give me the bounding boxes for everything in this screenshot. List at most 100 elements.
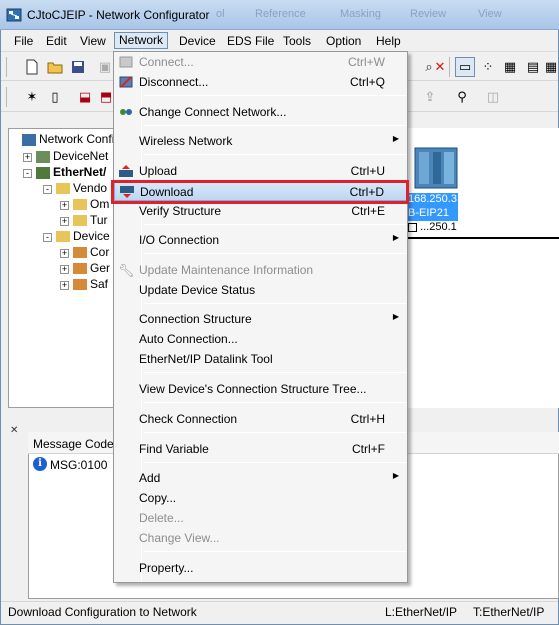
menu-label: Add [139, 471, 161, 485]
tree-label: Om [90, 197, 110, 211]
tree-expander[interactable]: - [23, 169, 32, 178]
menu-item-datalink-tool[interactable]: EtherNet/IP Datalink Tool [114, 349, 407, 369]
tree-item-devicenet[interactable]: DeviceNet [36, 149, 108, 165]
menu-label: I/O Connection [139, 233, 220, 247]
tree-item-device[interactable]: Device [56, 229, 110, 245]
menu-label: Disconnect... [139, 75, 209, 89]
tree-item-vendor[interactable]: Vendo [56, 181, 107, 197]
grid-view-icon[interactable]: ▦ [541, 57, 559, 77]
menu-item-delete[interactable]: Delete... [114, 508, 407, 528]
tree-item-communication[interactable]: Cor [73, 245, 109, 261]
device-ip-label[interactable]: 168.250.3 [408, 193, 458, 207]
menu-help[interactable]: Help [371, 33, 406, 50]
menu-label: Change Connect Network... [139, 105, 287, 119]
menu-item-change-connect-network[interactable]: Change Connect Network... [114, 102, 407, 122]
list-view-icon[interactable]: ▦ [500, 57, 520, 77]
tree-expander[interactable]: + [60, 217, 69, 226]
save-icon[interactable] [68, 57, 88, 77]
menu-item-update-maintenance[interactable]: 🔧︎ Update Maintenance Information [114, 260, 407, 280]
menu-label: View Device's Connection Structure Tree.… [139, 382, 367, 396]
menu-item-connect[interactable]: Connect... Ctrl+W [114, 52, 407, 72]
tree-item-safety[interactable]: Saf [73, 277, 108, 293]
print-icon[interactable]: ▣ [95, 57, 115, 77]
monitor-icon[interactable]: ◫ [483, 87, 503, 107]
open-folder-icon[interactable] [45, 57, 65, 77]
folder-icon [56, 183, 70, 195]
menu-tools[interactable]: Tools [278, 33, 316, 50]
download-highlight-box [111, 180, 409, 204]
menu-item-check-connection[interactable]: Check Connection Ctrl+H [114, 409, 407, 429]
column-header-message-code[interactable]: Message Code [33, 437, 114, 451]
menu-device[interactable]: Device [174, 33, 221, 50]
upload-toolbar-icon[interactable]: ⬓ [75, 87, 95, 107]
connect-wand-icon[interactable]: ✶ [22, 87, 42, 107]
status-target-network: T:EtherNet/IP [473, 605, 545, 619]
menu-file[interactable]: File [9, 33, 38, 50]
menu-separator [143, 462, 406, 463]
device-model-label[interactable]: B-EIP21 [408, 207, 458, 221]
menu-item-change-view[interactable]: Change View... [114, 528, 407, 548]
small-icons-view-icon[interactable]: ⁘ [478, 57, 498, 77]
menu-item-upload[interactable]: Upload Ctrl+U [114, 161, 407, 181]
menu-shortcut: Ctrl+W [348, 55, 385, 69]
submenu-arrow-icon: ▶ [392, 134, 399, 143]
disconnect-icon [118, 75, 134, 89]
new-file-icon[interactable] [22, 57, 42, 77]
menu-item-add[interactable]: Add ▶ [114, 468, 407, 488]
tree-label: Cor [90, 245, 110, 259]
menu-item-io-connection[interactable]: I/O Connection ▶ [114, 230, 407, 250]
tree-expander[interactable]: + [60, 201, 69, 210]
menu-label: Check Connection [139, 412, 238, 426]
menu-edit[interactable]: Edit [41, 33, 72, 50]
menu-network[interactable]: Network [114, 32, 169, 49]
ghost-menu-3: Masking [340, 8, 381, 20]
wrench-icon: 🔧︎ [118, 263, 135, 278]
ethernet-ip-icon [36, 166, 50, 179]
tree-label: Saf [90, 277, 109, 291]
close-panel-icon[interactable]: ✕ [10, 425, 18, 436]
tree-expander[interactable]: + [60, 249, 69, 258]
menu-item-connection-structure[interactable]: Connection Structure ▶ [114, 309, 407, 329]
menu-label: EtherNet/IP Datalink Tool [139, 352, 273, 366]
menu-item-auto-connection[interactable]: Auto Connection... [114, 329, 407, 349]
tree-item-ethernet-ip[interactable]: EtherNet/ [36, 165, 106, 181]
menu-label: Copy... [139, 491, 177, 505]
menu-item-update-device-status[interactable]: Update Device Status [114, 280, 407, 300]
menu-option[interactable]: Option [321, 33, 366, 50]
binoculars-icon[interactable]: ⚲ [452, 87, 472, 107]
menu-shortcut: Ctrl+F [352, 442, 385, 456]
menu-shortcut: Ctrl+U [350, 164, 385, 178]
network-config-icon [22, 133, 36, 146]
tree-item-network-config[interactable]: Network Configu [22, 132, 128, 148]
device-type-icon [73, 247, 87, 259]
menu-item-verify-structure[interactable]: Verify Structure Ctrl+E [114, 201, 407, 221]
menu-item-wireless-network[interactable]: Wireless Network ▶ [114, 131, 407, 151]
message-row-code[interactable]: MSG:0100 [50, 458, 107, 472]
tree-label: Ger [90, 261, 111, 275]
menu-item-copy[interactable]: Copy... [114, 488, 407, 508]
transfer-icon[interactable]: ⇪ [420, 87, 440, 107]
tree-item-generic[interactable]: Ger [73, 261, 110, 277]
menu-separator [143, 402, 406, 403]
menu-item-view-connection-tree[interactable]: View Device's Connection Structure Tree.… [114, 379, 407, 399]
tree-expander[interactable]: + [60, 265, 69, 274]
link-icon [408, 222, 417, 232]
menu-eds-file[interactable]: EDS File [222, 33, 279, 50]
plc-device-icon[interactable] [413, 144, 459, 192]
tree-item-turck[interactable]: Tur [73, 213, 108, 229]
tree-expander[interactable]: - [43, 185, 52, 194]
ghost-menu-4: Review [410, 8, 447, 20]
menu-item-disconnect[interactable]: Disconnect... Ctrl+Q [114, 72, 407, 92]
tree-expander[interactable]: + [23, 153, 32, 162]
document-icon[interactable]: ▯ [45, 87, 65, 107]
menu-label: Delete... [139, 511, 184, 525]
tree-expander[interactable]: - [43, 233, 52, 242]
details-view-icon[interactable]: ▤ [523, 57, 543, 77]
tree-item-omron[interactable]: Om [73, 197, 109, 213]
menu-view[interactable]: View [75, 33, 111, 50]
large-icons-view-icon[interactable]: ▭ [455, 57, 475, 77]
delete-icon[interactable]: ✕ [430, 57, 450, 77]
tree-expander[interactable]: + [60, 281, 69, 290]
menu-item-property[interactable]: Property... [114, 558, 407, 578]
menu-item-find-variable[interactable]: Find Variable Ctrl+F [114, 439, 407, 459]
